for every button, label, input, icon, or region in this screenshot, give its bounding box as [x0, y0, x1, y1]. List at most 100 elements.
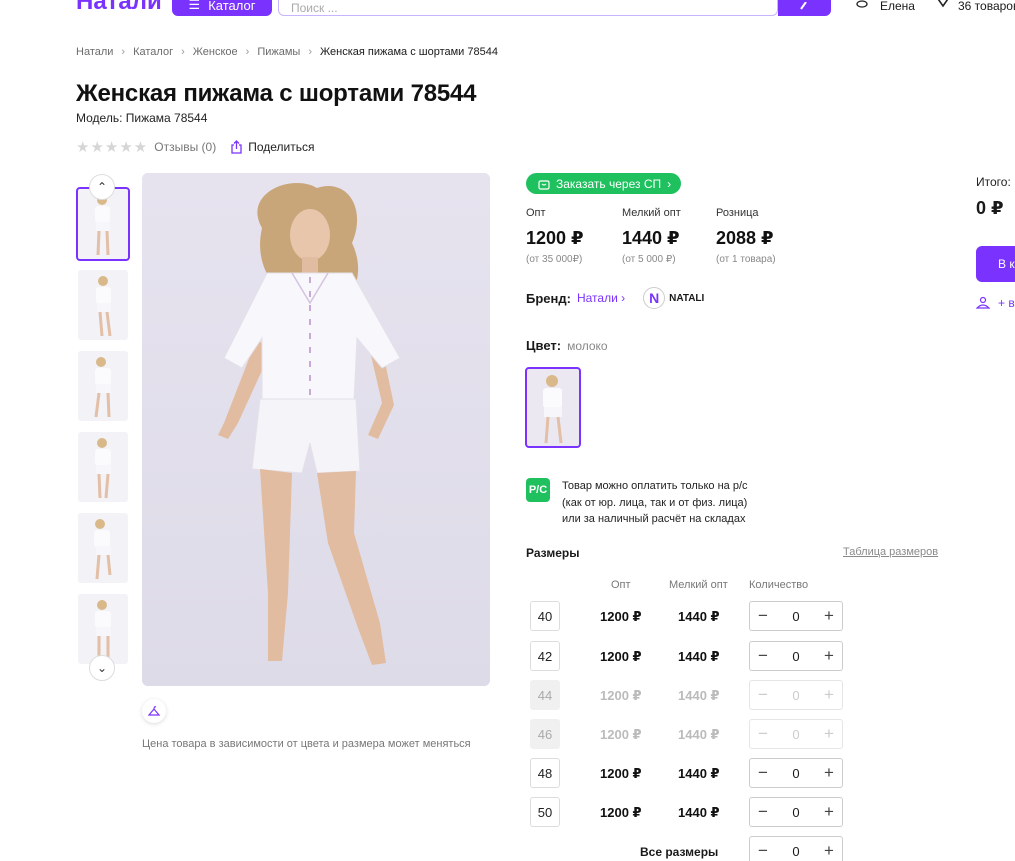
- chevron-down-icon[interactable]: ⌄: [89, 655, 115, 681]
- plus-button[interactable]: +: [824, 606, 834, 626]
- brand-logo-text: NATALI: [669, 292, 705, 304]
- site-logo[interactable]: Натали: [76, 0, 162, 16]
- add-link-label: + в: [998, 296, 1015, 310]
- share-label: Поделиться: [248, 140, 315, 154]
- column-header-small-opt: Мелкий опт: [669, 579, 728, 591]
- price-tier-label: Розница: [716, 207, 759, 219]
- catalog-label: Каталог: [208, 0, 256, 13]
- rating-row: ★★★★★ Отзывы (0) Поделиться: [76, 138, 314, 156]
- search-icon: [799, 2, 807, 10]
- color-label: Цвет:: [526, 338, 562, 353]
- search-input[interactable]: Поиск ...: [278, 0, 778, 16]
- brand-logo[interactable]: N NATALI: [643, 287, 704, 309]
- payment-line: или за наличный расчёт на складах: [562, 513, 746, 525]
- quantity-value: 0: [792, 726, 800, 742]
- price-tier-value: 1440 ₽: [622, 228, 680, 248]
- size-label: 50: [530, 797, 560, 827]
- chevron-right-icon: ›: [308, 46, 312, 58]
- plus-button[interactable]: +: [824, 763, 834, 783]
- size-price-small-opt: 1440 ₽: [678, 727, 720, 742]
- hanger-icon: [148, 706, 160, 716]
- minus-button[interactable]: −: [758, 606, 768, 626]
- size-row: 48 1200 ₽ 1440 ₽ − 0 +: [530, 758, 850, 788]
- brand-row: Бренд: Натали › N NATALI: [526, 287, 704, 309]
- size-row: 42 1200 ₽ 1440 ₽ − 0 +: [530, 641, 850, 671]
- breadcrumb-current: Женская пижама с шортами 78544: [320, 46, 498, 58]
- quantity-value[interactable]: 0: [792, 766, 799, 781]
- size-price-small-opt: 1440 ₽: [678, 609, 720, 624]
- add-to-fitting-link[interactable]: + в: [976, 296, 1015, 310]
- minus-button[interactable]: −: [758, 802, 768, 822]
- minus-button[interactable]: −: [758, 763, 768, 783]
- thumbnail[interactable]: [78, 594, 128, 664]
- plus-button[interactable]: +: [824, 841, 834, 861]
- size-price-opt: 1200 ₽: [600, 688, 642, 703]
- pajama-photo: [543, 375, 563, 444]
- main-product-image[interactable]: [142, 173, 490, 686]
- chevron-up-icon[interactable]: ⌃: [89, 174, 115, 200]
- breadcrumb-item[interactable]: Натали: [76, 46, 113, 58]
- price-note: Цена товара в зависимости от цвета и раз…: [142, 738, 471, 750]
- pajama-photo: [96, 276, 112, 337]
- quantity-value[interactable]: 0: [792, 805, 799, 820]
- thumbnail[interactable]: [78, 513, 128, 583]
- minus-button[interactable]: −: [758, 646, 768, 666]
- pajama-photo: [95, 438, 111, 499]
- price-tier-label: Мелкий опт: [622, 207, 681, 219]
- thumbnail[interactable]: [78, 432, 128, 502]
- reviews-link[interactable]: Отзывы (0): [154, 140, 216, 154]
- favorites-link[interactable]: 36 товаров: [934, 0, 1015, 13]
- chevron-right-icon: ›: [245, 46, 250, 58]
- quantity-stepper: − 0 +: [749, 797, 843, 827]
- size-price-small-opt: 1440 ₽: [678, 649, 720, 664]
- quantity-value[interactable]: 0: [792, 844, 799, 859]
- breadcrumb-item[interactable]: Женское: [193, 46, 238, 58]
- size-label: 46: [530, 719, 560, 749]
- add-to-cart-button[interactable]: В корзину: [976, 246, 1015, 282]
- brand-link[interactable]: Натали ›: [577, 291, 625, 305]
- plus-button[interactable]: +: [824, 802, 834, 822]
- size-price-opt: 1200 ₽: [600, 649, 642, 664]
- price-tier-min: (от 1 товара): [716, 254, 776, 265]
- share-icon: [231, 140, 242, 154]
- quantity-value[interactable]: 0: [792, 609, 799, 624]
- color-swatch[interactable]: [525, 367, 581, 448]
- color-value: молоко: [567, 339, 608, 353]
- order-sp-label: Заказать через СП: [556, 176, 662, 191]
- plus-button: +: [824, 685, 834, 704]
- share-button[interactable]: Поделиться: [230, 140, 314, 154]
- order-sp-button[interactable]: Заказать через СП ›: [526, 173, 682, 194]
- total-label: Итого:: [976, 175, 1011, 189]
- price-tier-small-opt: Мелкий опт 1440 ₽ (от 5 000 ₽): [622, 207, 688, 265]
- hanger-button[interactable]: [142, 699, 166, 723]
- catalog-button[interactable]: ☰ Каталог: [172, 0, 272, 16]
- size-price-small-opt: 1440 ₽: [678, 805, 720, 820]
- quantity-stepper: − 0 +: [749, 719, 843, 749]
- payment-note: Р/С Товар можно оплатить только на р/с (…: [526, 478, 748, 528]
- thumbnail[interactable]: [78, 270, 128, 340]
- search-button[interactable]: [778, 0, 831, 16]
- thumbnail[interactable]: [78, 351, 128, 421]
- price-tier-opt: Опт 1200 ₽ (от 35 000₽): [526, 207, 594, 265]
- user-menu[interactable]: Елена: [856, 0, 915, 13]
- quantity-stepper: − 0 +: [749, 601, 843, 631]
- quantity-value: 0: [792, 687, 800, 703]
- plus-button: +: [824, 724, 834, 743]
- size-row: 46 1200 ₽ 1440 ₽ − 0 +: [530, 719, 850, 749]
- size-price-opt: 1200 ₽: [600, 766, 642, 781]
- price-tier-label: Опт: [526, 207, 546, 219]
- brand-logo-icon: N: [643, 287, 666, 309]
- size-price-small-opt: 1440 ₽: [678, 766, 720, 781]
- size-table-link[interactable]: Таблица размеров: [843, 546, 938, 558]
- chevron-right-icon: ›: [667, 176, 672, 191]
- minus-button[interactable]: −: [758, 841, 768, 861]
- site-header: Натали ☰ Каталог Поиск ... Елена 36 това…: [0, 0, 1015, 20]
- minus-button: −: [758, 724, 768, 743]
- sizes-title: Размеры: [526, 546, 580, 560]
- price-tier-value: 2088 ₽: [716, 228, 774, 248]
- quantity-value[interactable]: 0: [792, 649, 799, 664]
- breadcrumb-item[interactable]: Пижамы: [257, 46, 300, 58]
- size-price-opt: 1200 ₽: [600, 609, 642, 624]
- plus-button[interactable]: +: [824, 646, 834, 666]
- breadcrumb-item[interactable]: Каталог: [133, 46, 173, 58]
